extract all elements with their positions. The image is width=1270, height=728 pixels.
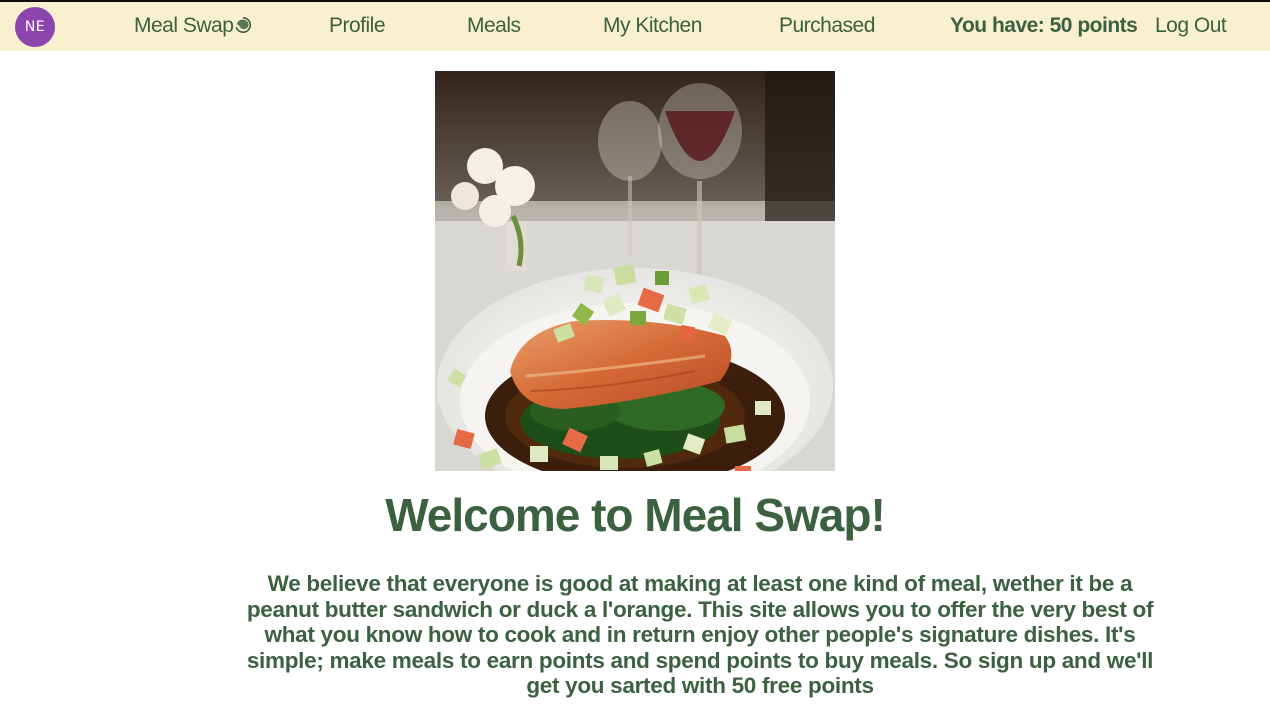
nav-my-kitchen-link[interactable]: My Kitchen xyxy=(603,14,702,38)
nav-purchased-link[interactable]: Purchased xyxy=(779,14,875,38)
intro-paragraph: We believe that everyone is good at maki… xyxy=(246,571,1154,698)
points-balance: You have: 50 points xyxy=(950,14,1138,37)
welcome-heading: Welcome to Meal Swap! xyxy=(385,489,886,541)
top-navigation-bar: NE Meal Swap Profile Meals My Kitchen Pu… xyxy=(0,0,1270,51)
user-avatar[interactable]: NE xyxy=(15,7,55,47)
salmon-dish-illustration xyxy=(435,71,835,471)
logout-link[interactable]: Log Out xyxy=(1155,14,1227,38)
swirl-icon xyxy=(235,16,252,33)
avatar-initials: NE xyxy=(24,19,46,35)
brand-link[interactable]: Meal Swap xyxy=(134,14,252,38)
nav-profile-link[interactable]: Profile xyxy=(329,14,386,38)
brand-label: Meal Swap xyxy=(134,14,234,37)
nav-meals-link[interactable]: Meals xyxy=(467,14,521,38)
hero-food-image xyxy=(435,71,835,471)
